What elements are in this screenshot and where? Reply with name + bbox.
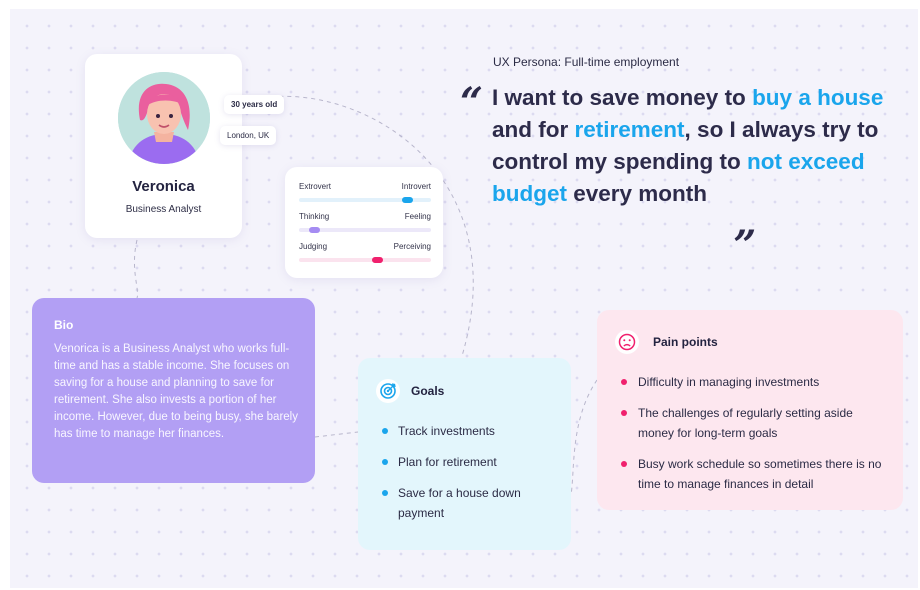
goal-text: Track investments <box>398 424 495 438</box>
bio-card: Bio Venorica is a Business Analyst who w… <box>32 298 315 483</box>
goals-title: Goals <box>411 384 445 398</box>
location-chip: London, UK <box>220 126 277 145</box>
persona-label: UX Persona: Full-time employment <box>493 55 680 69</box>
bullet-icon <box>621 461 627 467</box>
bullet-icon <box>621 379 627 385</box>
trait-right-label: Perceiving <box>393 242 431 251</box>
pain-point-text: Busy work schedule so sometimes there is… <box>638 457 882 491</box>
goal-item: Track investments <box>382 421 562 441</box>
persona-name: Veronica <box>132 178 195 195</box>
quote-text: and for <box>492 117 575 142</box>
age-chip: 30 years old <box>224 95 285 114</box>
bullet-icon <box>382 490 388 496</box>
goals-card: Goals Track investments Plan for retirem… <box>358 358 571 550</box>
pain-point-item: Busy work schedule so sometimes there is… <box>621 454 891 494</box>
persona-quote: I want to save money to buy a house and … <box>492 82 910 210</box>
trait-judging-perceiving: Judging Perceiving <box>299 242 431 263</box>
trait-left-label: Thinking <box>299 212 330 221</box>
pain-point-item: Difficulty in managing investments <box>621 372 891 392</box>
avatar <box>118 72 210 164</box>
persona-role: Business Analyst <box>125 204 202 215</box>
pain-points-title: Pain points <box>653 335 718 349</box>
trait-indicator <box>309 227 320 233</box>
trait-thinking-feeling: Thinking Feeling <box>299 212 431 233</box>
pain-points-card: Pain points Difficulty in managing inves… <box>597 310 903 510</box>
trait-right-label: Introvert <box>401 182 431 191</box>
bio-title: Bio <box>54 318 74 332</box>
personality-traits-card: Extrovert Introvert Thinking Feeling Jud… <box>285 167 443 278</box>
trait-bar <box>299 227 431 233</box>
bio-text: Venorica is a Business Analyst who works… <box>54 343 298 440</box>
pain-point-text: The challenges of regularly setting asid… <box>638 406 853 440</box>
goal-item: Plan for retirement <box>382 452 562 472</box>
goals-list: Track investments Plan for retirement Sa… <box>382 421 562 534</box>
quote-highlight: retirement <box>574 117 685 142</box>
goal-text: Plan for retirement <box>398 455 497 469</box>
profile-card: Veronica Business Analyst <box>85 54 242 238</box>
sad-face-icon <box>615 330 639 354</box>
trait-bar <box>299 257 431 263</box>
quote-text: I want to save money to <box>492 85 753 110</box>
bullet-icon <box>382 428 388 434</box>
quote-text: every month <box>566 181 708 206</box>
trait-right-label: Feeling <box>404 212 431 221</box>
pain-point-item: The challenges of regularly setting asid… <box>621 403 891 443</box>
goal-item: Save for a house down payment <box>382 483 562 523</box>
trait-left-label: Extrovert <box>299 182 332 191</box>
target-icon <box>376 379 400 403</box>
bullet-icon <box>621 410 627 416</box>
trait-indicator <box>372 257 383 263</box>
close-quote-icon: „ <box>734 199 758 246</box>
pain-point-text: Difficulty in managing investments <box>638 375 820 389</box>
pain-points-list: Difficulty in managing investments The c… <box>621 372 891 505</box>
trait-indicator <box>402 197 413 203</box>
trait-extrovert-introvert: Extrovert Introvert <box>299 182 431 203</box>
trait-bar <box>299 197 431 203</box>
quote-highlight: buy a house <box>752 85 884 110</box>
trait-left-label: Judging <box>299 242 328 251</box>
avatar-illustration <box>118 72 210 164</box>
bullet-icon <box>382 459 388 465</box>
open-quote-icon: “ <box>460 79 484 126</box>
goal-text: Save for a house down payment <box>398 486 521 520</box>
